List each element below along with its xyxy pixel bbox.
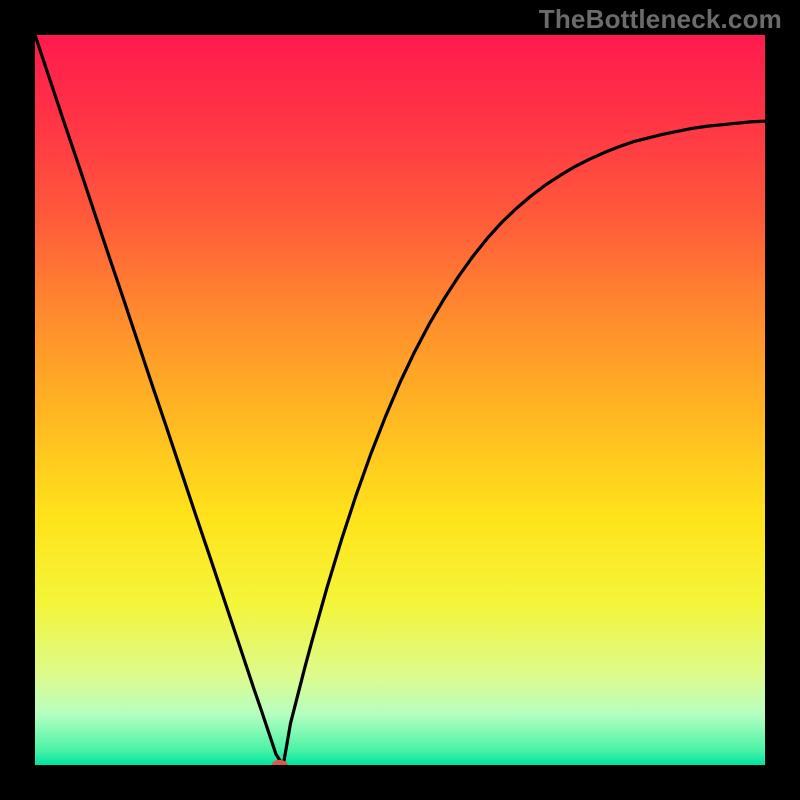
plot-area	[35, 35, 765, 765]
watermark-text: TheBottleneck.com	[539, 4, 782, 35]
chart-container: TheBottleneck.com	[0, 0, 800, 800]
gradient-background	[35, 35, 765, 765]
